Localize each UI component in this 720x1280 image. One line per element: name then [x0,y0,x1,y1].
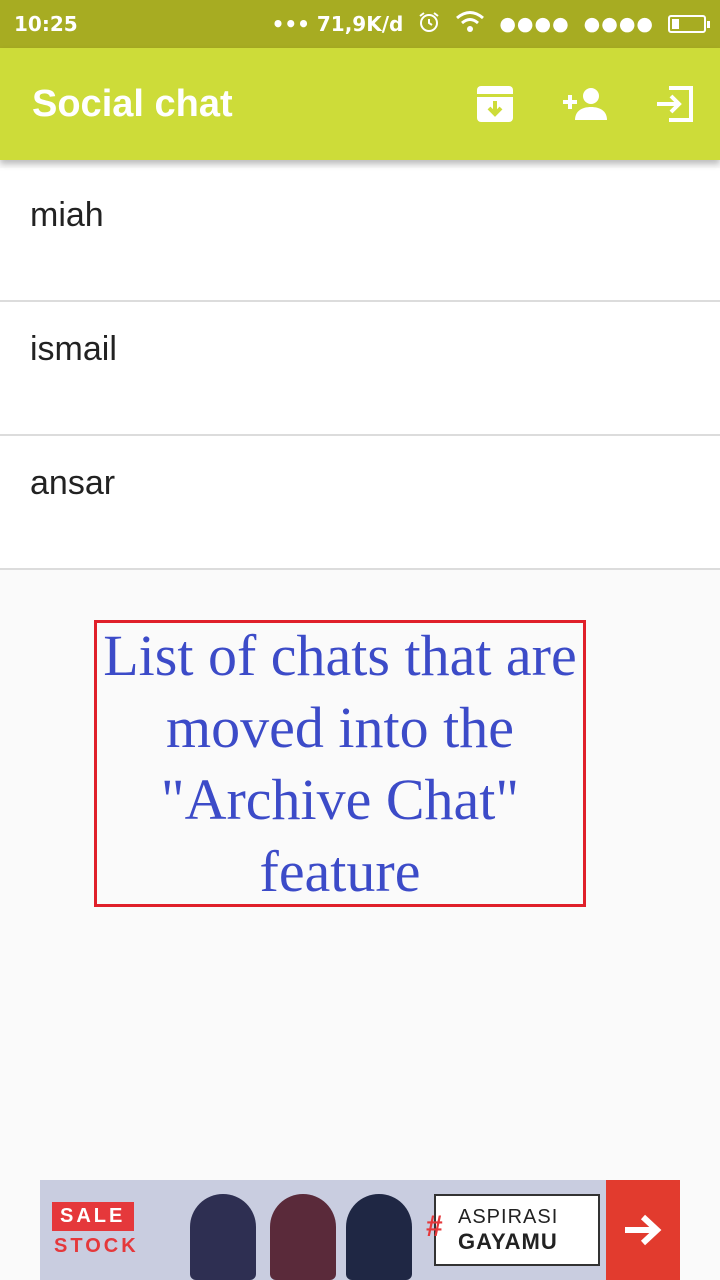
archive-icon [477,86,513,122]
signal-strength-sim1: ●●●● [499,13,570,35]
signal-strength-sim2: ●●●● [583,13,654,35]
status-bar: 10:25 ••• 71,9K/d ●●●● ●●●● [0,0,720,48]
battery-icon [668,15,710,33]
chat-item-ismail[interactable]: ismail [0,302,720,436]
ad-sale-label: SALE [52,1202,134,1231]
chat-name: ismail [30,330,117,368]
ad-image [170,1180,420,1280]
ad-line2: GAYAMU [458,1228,558,1254]
status-time: 10:25 [14,12,78,36]
chat-item-ansar[interactable]: ansar [0,436,720,570]
ad-arrow-button[interactable] [606,1180,680,1280]
ad-tagline: # ASPIRASI GAYAMU [426,1194,600,1266]
ad-stock-label: STOCK [54,1235,139,1257]
arrow-right-icon [625,1214,662,1246]
chat-item-miah[interactable]: miah [0,168,720,302]
archive-button[interactable] [450,48,540,160]
chat-name: miah [30,196,104,234]
alarm-icon [417,10,441,39]
exit-icon [657,86,693,122]
logout-button[interactable] [630,48,720,160]
ad-hash: # [426,1210,443,1243]
wifi-icon [455,10,485,39]
ad-banner[interactable]: SALE STOCK # ASPIRASI GAYAMU [40,1180,680,1280]
archived-chat-list: miah ismail ansar [0,168,720,570]
add-contact-button[interactable] [540,48,630,160]
app-bar: Social chat [0,48,720,160]
ad-brand: SALE STOCK [40,1180,170,1280]
annotation-text: List of chats that are moved into the "A… [103,622,577,904]
app-title: Social chat [32,82,233,125]
chat-name: ansar [30,464,116,502]
annotation-box: List of chats that are moved into the "A… [94,620,586,907]
ad-line1: ASPIRASI [458,1205,559,1228]
person-add-icon [563,88,607,120]
network-speed: ••• 71,9K/d [271,12,404,36]
